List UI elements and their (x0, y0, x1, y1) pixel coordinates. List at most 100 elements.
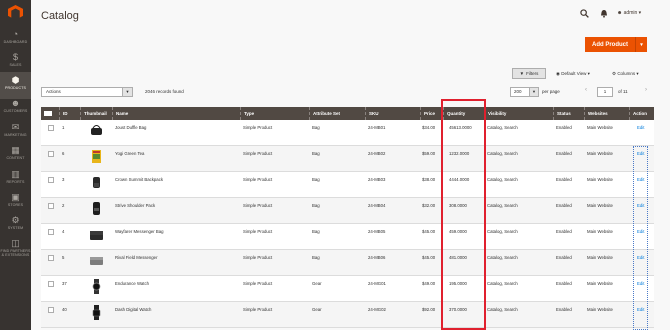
table-row[interactable]: 4 Wayfarer Messenger Bag Simple Product Bag… (41, 224, 654, 250)
sidebar-item-label: PRODUCTS (5, 86, 26, 90)
sidebar-item-label: REPORTS (6, 180, 25, 184)
product-thumbnail[interactable] (88, 174, 105, 191)
column-header-sku[interactable]: SKU (365, 107, 420, 120)
edit-link[interactable]: Edit (637, 125, 644, 130)
cell-name: Joust Duffle Bag (115, 125, 147, 130)
cell-type: Simple Product (243, 151, 273, 156)
cell-price: $32.00 (422, 203, 436, 208)
table-row[interactable]: 37 Endurance Watch Simple Product Gear 24-MG… (41, 276, 654, 302)
row-select-checkbox[interactable] (48, 203, 54, 209)
sidebar-item-customers[interactable]: ☻ CUSTOMERS (0, 95, 31, 122)
next-page-button[interactable]: › (645, 87, 647, 93)
product-thumbnail[interactable] (88, 226, 105, 243)
sidebar-item-label: DASHBOARD (3, 40, 28, 44)
cell-status: Enabled (556, 125, 572, 130)
sidebar-item-label: MARKETING (4, 133, 27, 137)
product-thumbnail[interactable] (88, 278, 105, 295)
cell-id: 5 (62, 255, 65, 260)
cell-vis: Catalog, Search (487, 125, 518, 130)
chevron-down-icon: ▾ (636, 71, 639, 76)
cell-attr: Bag (312, 229, 320, 234)
product-thumbnail[interactable] (88, 122, 105, 139)
cell-vis: Catalog, Search (487, 255, 518, 260)
product-thumbnail[interactable] (88, 304, 105, 321)
add-product-button[interactable]: Add Product ▾ (585, 37, 647, 52)
table-row[interactable]: 2 Strive Shoulder Pack Simple Product Bag 24… (41, 198, 654, 224)
table-row[interactable]: 6 Yogi Green Tea Simple Product Bag 24-MB02 $… (41, 146, 654, 172)
cell-status: Enabled (556, 151, 572, 156)
cell-web: Main Website (587, 151, 613, 156)
actions-label: Actions (46, 89, 61, 94)
system-icon: ⚙ (11, 215, 20, 225)
row-select-checkbox[interactable] (48, 307, 54, 313)
row-select-checkbox[interactable] (48, 281, 54, 287)
cell-type: Simple Product (243, 307, 273, 312)
sidebar-item-label: FIND PARTNERS & EXTENSIONS (0, 249, 31, 257)
column-header-attribute-set[interactable]: Attribute Set (309, 107, 365, 120)
cell-attr: Bag (312, 151, 320, 156)
row-select-checkbox[interactable] (48, 151, 54, 157)
row-select-checkbox[interactable] (48, 125, 54, 131)
sidebar-item-label: CUSTOMERS (3, 109, 28, 113)
cell-status: Enabled (556, 281, 572, 286)
cell-attr: Bag (312, 125, 320, 130)
cell-attr: Bag (312, 203, 320, 208)
customers-icon: ☻ (10, 98, 21, 108)
row-select-checkbox[interactable] (48, 229, 54, 235)
cell-vis: Catalog, Search (487, 177, 518, 182)
column-header-name[interactable]: Name (112, 107, 240, 120)
sidebar-item-find-partners-extensions[interactable]: ◫ FIND PARTNERS & EXTENSIONS (0, 235, 31, 262)
default-view-switcher[interactable]: ◉ Default View ▾ (556, 71, 590, 77)
cell-name: Crown Summit Backpack (115, 177, 163, 182)
column-header-action[interactable]: Action (629, 107, 654, 120)
row-select-checkbox[interactable] (48, 255, 54, 261)
cell-web: Main Website (587, 203, 613, 208)
search-icon[interactable] (580, 9, 589, 21)
cell-id: 4 (62, 229, 65, 234)
cell-type: Simple Product (243, 177, 273, 182)
cell-price: $49.00 (422, 281, 436, 286)
column-header-type[interactable]: Type (240, 107, 309, 120)
select-all-header[interactable] (41, 107, 59, 120)
cell-web: Main Website (587, 229, 613, 234)
cell-type: Simple Product (243, 281, 273, 286)
table-row[interactable]: 3 Crown Summit Backpack Simple Product Bag 2… (41, 172, 654, 198)
records-count: 2046 records found (145, 89, 184, 94)
cell-web: Main Website (587, 255, 613, 260)
columns-control[interactable]: ⚙ Columns ▾ (612, 71, 639, 77)
filters-button[interactable]: ▼ Filters (512, 68, 546, 79)
mass-actions-select[interactable]: Actions ▼ (41, 87, 133, 97)
admin-user-label: admin (623, 10, 638, 16)
prev-page-button[interactable]: ‹ (585, 87, 587, 93)
product-thumbnail[interactable] (88, 252, 105, 269)
magento-logo-icon[interactable] (8, 5, 23, 18)
page-number-input[interactable]: 1 (597, 87, 613, 97)
table-row[interactable]: 1 Joust Duffle Bag Simple Product Bag 24-MB0… (41, 120, 654, 146)
column-header-visibility[interactable]: Visibility (484, 107, 553, 120)
per-page-select[interactable]: 200 ▼ (510, 87, 539, 97)
select-all-checkbox[interactable] (44, 111, 52, 116)
add-product-dropdown-toggle[interactable]: ▾ (635, 37, 647, 52)
column-header-price[interactable]: Price (420, 107, 443, 120)
column-header-websites[interactable]: Websites (584, 107, 629, 120)
products-icon: ⬢ (11, 75, 20, 85)
cell-sku: 24-MB03 (368, 177, 386, 182)
cell-vis: Catalog, Search (487, 151, 518, 156)
page-title: Catalog (41, 10, 79, 22)
cell-price: $59.00 (422, 151, 436, 156)
notifications-bell-icon[interactable] (600, 9, 608, 21)
row-select-checkbox[interactable] (48, 177, 54, 183)
column-header-status[interactable]: Status (553, 107, 584, 120)
column-header-id[interactable]: ID (59, 107, 80, 120)
column-header-thumbnail[interactable]: Thumbnail (80, 107, 112, 120)
cell-vis: Catalog, Search (487, 281, 518, 286)
product-thumbnail[interactable] (88, 200, 105, 217)
admin-user-menu[interactable]: ☻ admin ▾ (617, 10, 641, 16)
filters-label: Filters (526, 71, 539, 76)
product-thumbnail[interactable] (88, 148, 105, 165)
table-row[interactable]: 5 Rival Field Messenger Simple Product Bag 2… (41, 250, 654, 276)
sidebar-item-content[interactable]: ▦ CONTENT (0, 142, 31, 169)
table-row[interactable]: 40 Dash Digital Watch Simple Product Gear 24… (41, 302, 654, 328)
cell-sku: 24-MB06 (368, 255, 386, 260)
cell-web: Main Website (587, 177, 613, 182)
